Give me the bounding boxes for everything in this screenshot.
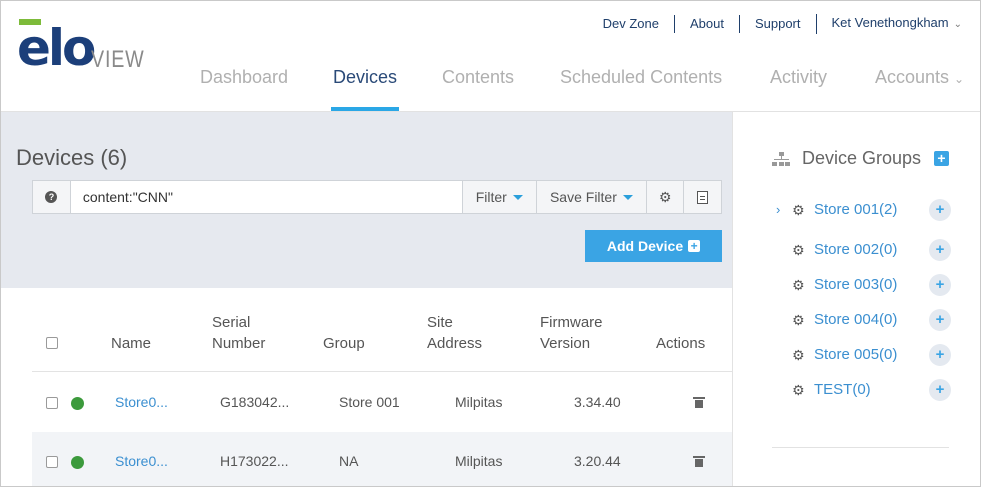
trash-icon[interactable] xyxy=(693,456,705,467)
group-label[interactable]: Store 001(2) xyxy=(814,197,897,223)
help-button[interactable]: ? xyxy=(33,181,71,213)
nav-accounts-label: Accounts xyxy=(875,67,950,87)
save-filter-button[interactable]: Save Filter xyxy=(536,181,648,213)
group-label[interactable]: Store 002(0) xyxy=(814,237,897,263)
group-item-store-004[interactable]: ⚙ Store 004(0) + xyxy=(772,307,952,333)
row-checkbox[interactable] xyxy=(46,397,58,409)
group-label[interactable]: Store 004(0) xyxy=(814,307,897,333)
search-toolbar: ? Filter Save Filter ⚙ xyxy=(32,180,722,214)
table-row[interactable]: Store0... H173022... NA Milpitas 3.20.44 xyxy=(32,432,732,486)
group-label[interactable]: Store 005(0) xyxy=(814,342,897,368)
trash-icon[interactable] xyxy=(693,397,705,408)
export-button[interactable] xyxy=(684,181,721,213)
device-group: NA xyxy=(339,453,359,469)
device-group: Store 001 xyxy=(339,394,400,410)
add-group-button[interactable]: + xyxy=(934,151,949,166)
nav-devices[interactable]: Devices xyxy=(333,67,397,88)
add-subgroup-button[interactable]: + xyxy=(929,309,951,331)
header-serial-line1[interactable]: Serial xyxy=(212,312,250,333)
add-device-label: Add Device xyxy=(606,238,684,254)
status-online-indicator xyxy=(71,456,84,469)
header-firmware-line2[interactable]: Version xyxy=(540,333,590,354)
filter-label: Filter xyxy=(475,189,507,205)
group-item-test[interactable]: ⚙ TEST(0) + xyxy=(772,377,952,403)
hierarchy-icon xyxy=(772,152,790,168)
device-serial: G183042... xyxy=(220,394,290,410)
help-icon: ? xyxy=(45,191,58,203)
gear-icon: ⚙ xyxy=(792,312,805,328)
row-checkbox[interactable] xyxy=(46,456,58,468)
page-title: Devices (6) xyxy=(16,145,128,170)
elo-view-logo[interactable]: elo VIEW xyxy=(17,19,147,75)
add-subgroup-button[interactable]: + xyxy=(929,379,951,401)
group-item-store-002[interactable]: ⚙ Store 002(0) + xyxy=(772,237,952,263)
group-item-store-003[interactable]: ⚙ Store 003(0) + xyxy=(772,272,952,298)
header-serial-line2[interactable]: Number xyxy=(212,333,265,354)
device-groups-title: Device Groups xyxy=(802,148,922,168)
gear-icon: ⚙ xyxy=(792,277,805,293)
settings-button[interactable]: ⚙ xyxy=(647,181,685,213)
group-label[interactable]: TEST(0) xyxy=(814,377,871,403)
gear-icon: ⚙ xyxy=(792,202,805,218)
add-subgroup-button[interactable]: + xyxy=(929,199,951,221)
caret-down-icon xyxy=(512,194,523,200)
group-item-store-005[interactable]: ⚙ Store 005(0) + xyxy=(772,342,952,368)
header-group[interactable]: Group xyxy=(323,333,365,354)
app-window: elo VIEW Dev Zone About Support Ket Vene… xyxy=(0,0,981,487)
user-menu[interactable]: Ket Venethongkham ⌄ xyxy=(815,14,962,34)
chevron-right-icon[interactable]: › xyxy=(776,197,780,223)
select-all-checkbox[interactable] xyxy=(46,337,58,349)
devices-panel: Devices (6) ? Filter Save Filter ⚙ xyxy=(1,112,733,486)
about-link[interactable]: About xyxy=(673,15,739,33)
header-firmware-line1[interactable]: Firmware xyxy=(540,312,603,333)
nav-dashboard[interactable]: Dashboard xyxy=(200,67,288,88)
panel-divider xyxy=(772,447,949,448)
device-site: Milpitas xyxy=(455,394,503,410)
logo-subtitle: VIEW xyxy=(91,46,145,73)
gear-icon: ⚙ xyxy=(792,347,805,363)
document-icon xyxy=(697,190,709,204)
device-site: Milpitas xyxy=(455,453,503,469)
device-groups-panel: Device Groups + › ⚙ Store 001(2) + ⚙ Sto… xyxy=(734,112,980,486)
device-serial: H173022... xyxy=(220,453,289,469)
nav-contents[interactable]: Contents xyxy=(442,67,514,88)
header-actions: Actions xyxy=(656,335,706,352)
dev-zone-link[interactable]: Dev Zone xyxy=(588,15,674,33)
caret-down-icon xyxy=(622,194,633,200)
devices-header: Devices (6) ? Filter Save Filter ⚙ xyxy=(1,112,732,288)
filter-button[interactable]: Filter xyxy=(462,181,537,213)
chevron-down-icon: ⌄ xyxy=(954,72,965,86)
device-name-link[interactable]: Store0... xyxy=(115,373,168,432)
user-name: Ket Venethongkham xyxy=(831,15,949,30)
header-site-line2[interactable]: Address xyxy=(427,333,482,354)
save-filter-label: Save Filter xyxy=(549,189,617,205)
logo-word: elo xyxy=(17,19,96,77)
group-label[interactable]: Store 003(0) xyxy=(814,272,897,298)
status-online-indicator xyxy=(71,397,84,410)
header-name[interactable]: Name xyxy=(111,333,151,354)
gear-icon: ⚙ xyxy=(792,382,805,398)
device-firmware: 3.20.44 xyxy=(574,453,621,469)
nav-accounts[interactable]: Accounts ⌄ xyxy=(875,67,964,88)
device-name-link[interactable]: Store0... xyxy=(115,432,168,486)
gear-icon: ⚙ xyxy=(792,242,805,258)
add-subgroup-button[interactable]: + xyxy=(929,274,951,296)
add-subgroup-button[interactable]: + xyxy=(929,239,951,261)
nav-activity[interactable]: Activity xyxy=(770,67,827,88)
table-row[interactable]: Store0... G183042... Store 001 Milpitas … xyxy=(32,373,732,432)
search-input[interactable] xyxy=(70,181,463,213)
add-device-button[interactable]: Add Device + xyxy=(585,230,722,262)
chevron-down-icon: ⌄ xyxy=(953,19,962,30)
support-link[interactable]: Support xyxy=(738,15,816,33)
plus-icon: + xyxy=(688,240,701,252)
group-item-store-001[interactable]: › ⚙ Store 001(2) + xyxy=(772,197,952,223)
header-site-line1[interactable]: Site xyxy=(427,312,453,333)
device-firmware: 3.34.40 xyxy=(574,394,621,410)
top-utility-links: Dev Zone About Support Ket Venethongkham… xyxy=(588,14,962,34)
table-header: Name Serial Number Group Site Address Fi… xyxy=(32,288,732,372)
nav-scheduled-contents[interactable]: Scheduled Contents xyxy=(560,67,722,88)
gear-icon: ⚙ xyxy=(658,188,672,205)
add-subgroup-button[interactable]: + xyxy=(929,344,951,366)
